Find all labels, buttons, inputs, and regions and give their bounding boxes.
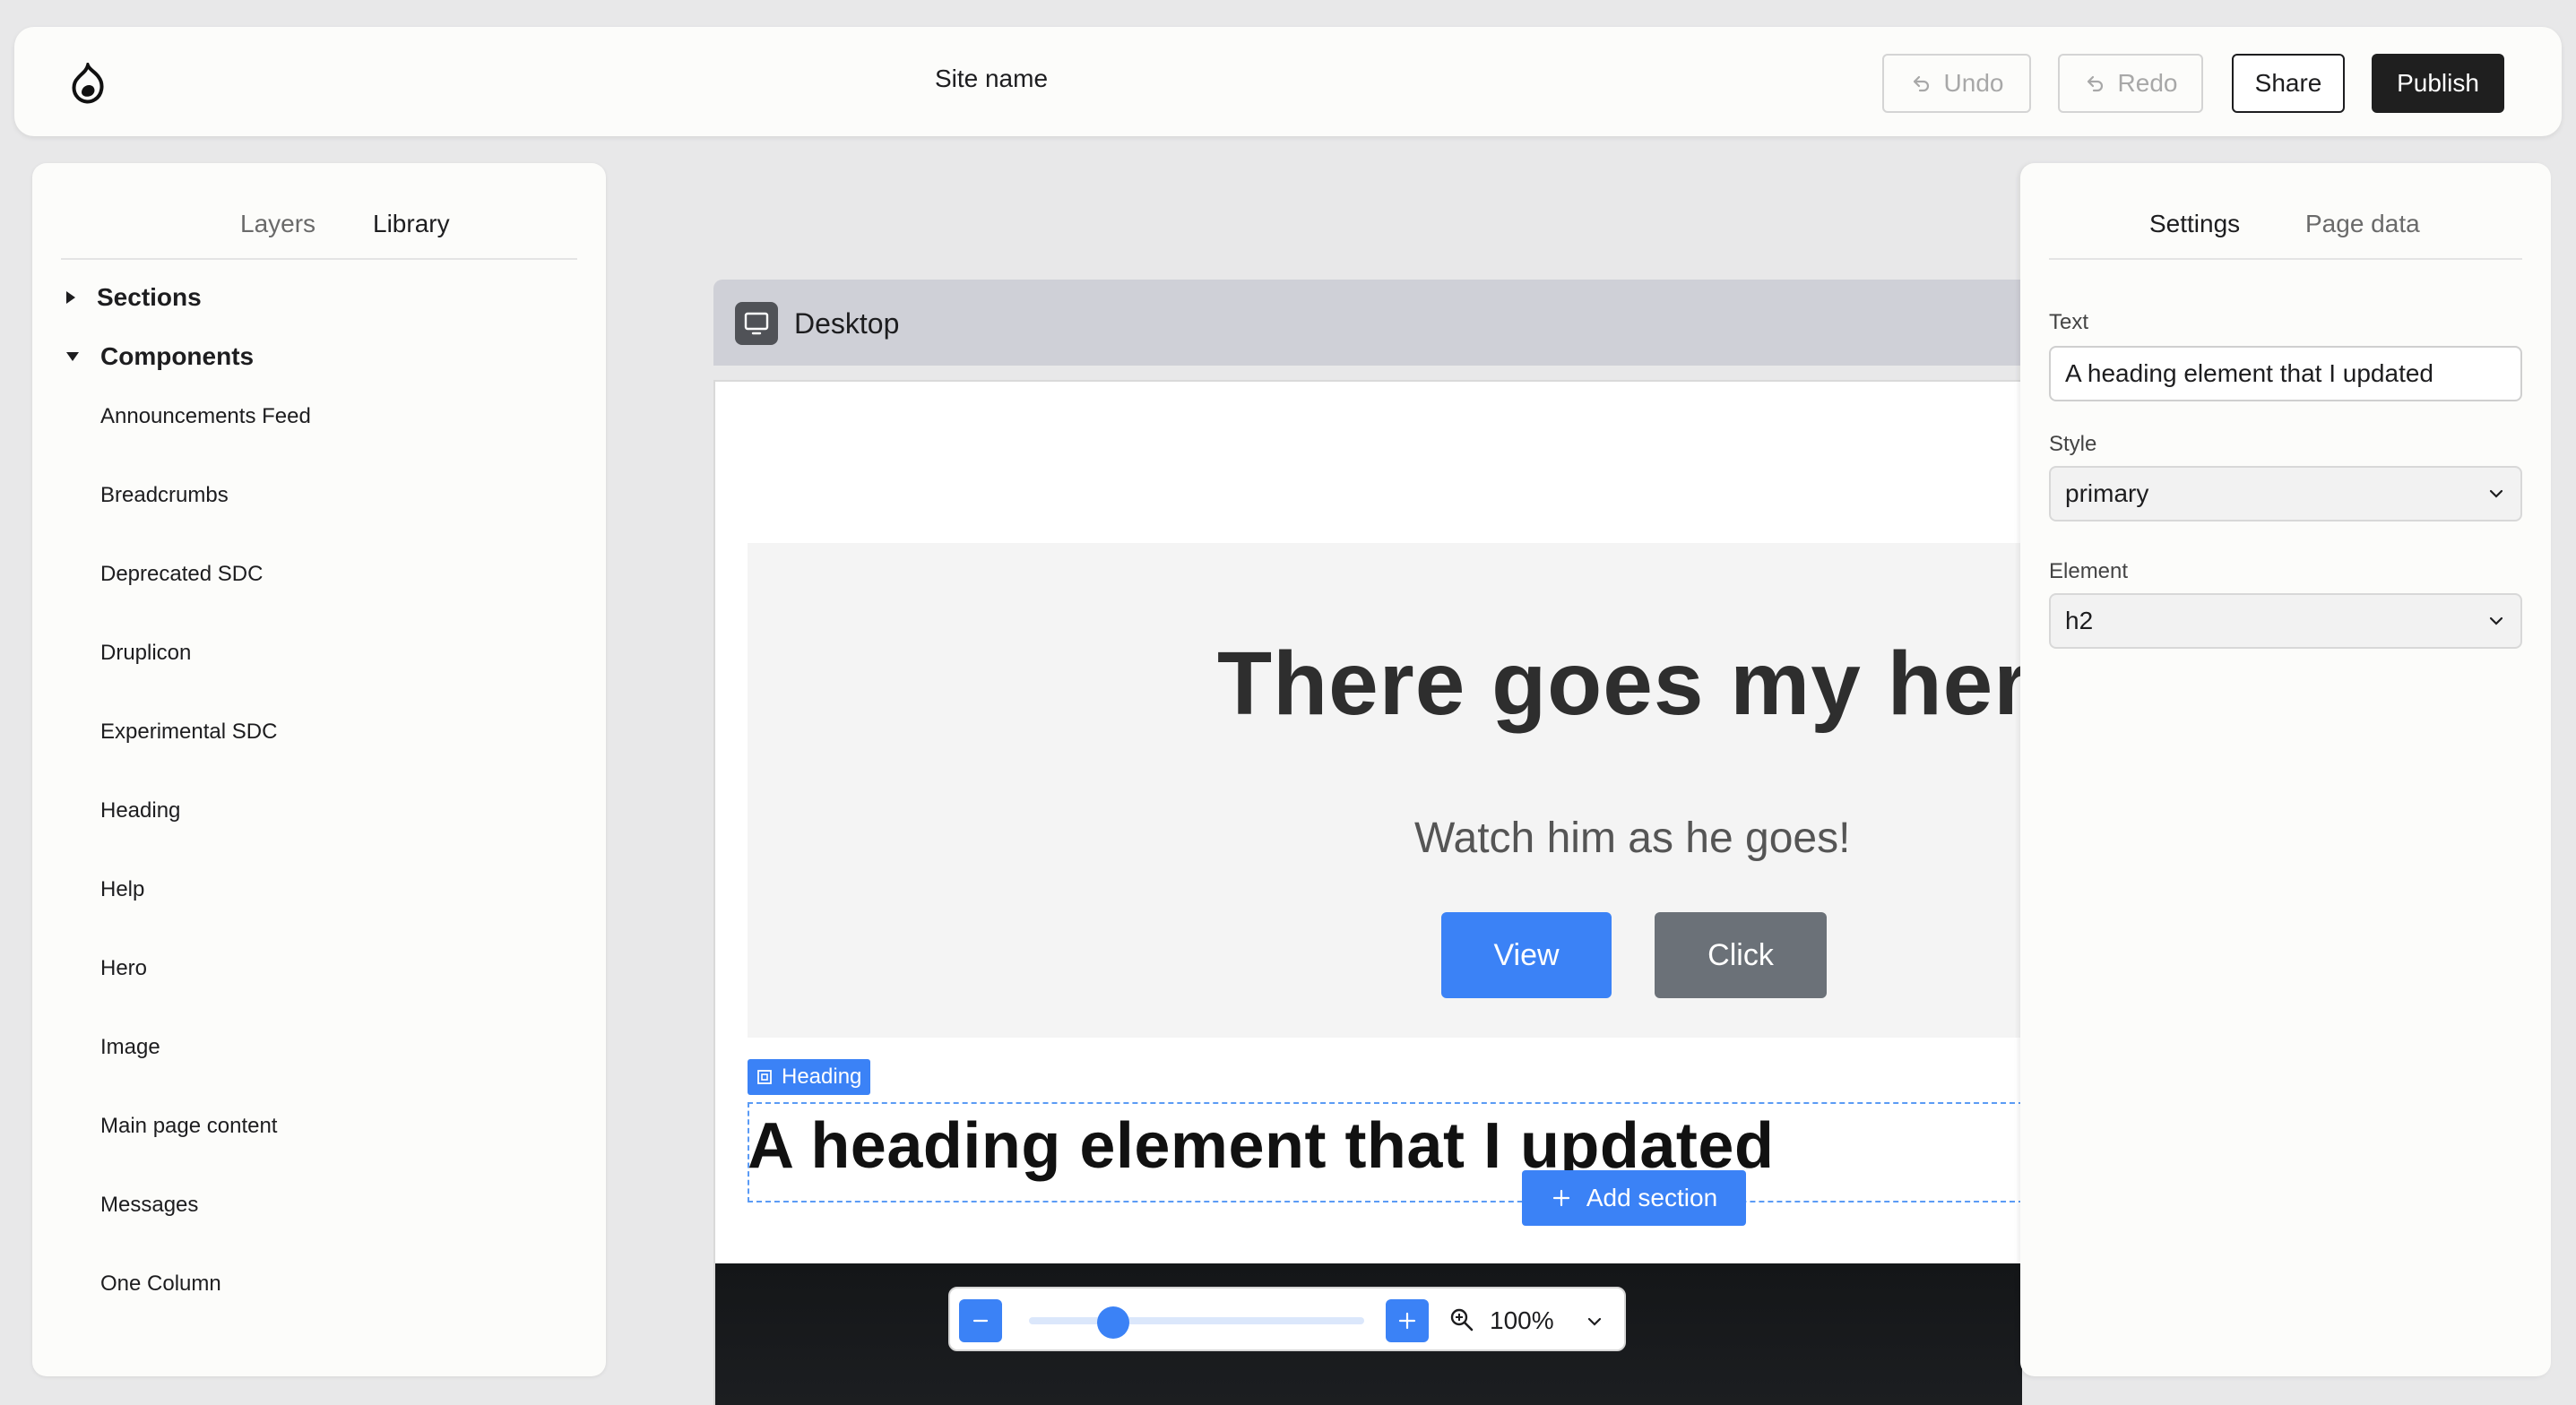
element-field-label: Element — [2049, 559, 2129, 583]
hero-title: There goes my hero — [1217, 634, 2022, 734]
add-section-label: Add section — [1586, 1184, 1718, 1211]
text-field-label: Text — [2049, 310, 2089, 334]
selected-component-label: Heading — [782, 1065, 862, 1089]
plus-icon — [1552, 1189, 1569, 1207]
component-item-announcements-feed[interactable]: Announcements Feed — [100, 405, 311, 484]
zoom-level: 100% — [1490, 1306, 1554, 1334]
zoom-slider-thumb[interactable] — [1096, 1306, 1129, 1339]
component-item-one-column[interactable]: One Column — [100, 1272, 311, 1351]
library-panel: Layers Library Sections Components Annou… — [32, 163, 606, 1376]
redo-icon — [2087, 75, 2103, 92]
zoom-control: 100% — [948, 1287, 1626, 1351]
undo-button[interactable]: Undo — [1882, 54, 2031, 113]
share-button[interactable]: Share — [2232, 54, 2345, 113]
component-list: Announcements Feed Breadcrumbs Deprecate… — [100, 405, 311, 1351]
tab-settings[interactable]: Settings — [2149, 210, 2240, 238]
chevron-down-icon[interactable] — [1585, 1312, 1604, 1332]
monitor-icon[interactable] — [735, 302, 778, 345]
settings-panel: Settings Page data Text A heading elemen… — [2020, 163, 2551, 1376]
zoom-out-button[interactable] — [959, 1299, 1002, 1342]
element-select-value: h2 — [2065, 607, 2094, 634]
component-item-deprecated-sdc[interactable]: Deprecated SDC — [100, 563, 311, 642]
drupal-logo-icon[interactable] — [68, 63, 108, 104]
zoom-slider-track[interactable] — [1029, 1317, 1364, 1324]
text-field-value: A heading element that I updated — [2065, 359, 2433, 387]
redo-button[interactable]: Redo — [2058, 54, 2203, 113]
zoom-in-button[interactable] — [1386, 1299, 1429, 1342]
hero-section[interactable]: There goes my hero Watch him as he goes!… — [748, 543, 2022, 1038]
monitor-icon-glyph — [744, 312, 769, 335]
site-name[interactable]: Site name — [896, 65, 1086, 93]
caret-down-icon — [66, 352, 79, 361]
minus-icon — [972, 1319, 989, 1323]
style-select[interactable]: primary — [2049, 466, 2522, 521]
zoom-in-icon — [1450, 1308, 1474, 1332]
tab-library[interactable]: Library — [373, 210, 450, 238]
hero-click-button[interactable]: Click — [1655, 912, 1827, 998]
left-panel-tabs: Layers Library — [61, 210, 577, 260]
component-item-breadcrumbs[interactable]: Breadcrumbs — [100, 484, 311, 563]
component-item-messages[interactable]: Messages — [100, 1194, 311, 1272]
tab-page-data[interactable]: Page data — [2305, 210, 2420, 238]
plus-icon — [1398, 1312, 1416, 1330]
component-item-image[interactable]: Image — [100, 1036, 311, 1115]
tab-layers[interactable]: Layers — [240, 210, 316, 238]
text-field[interactable]: A heading element that I updated — [2049, 346, 2522, 401]
selected-component-tag[interactable]: Heading — [748, 1059, 871, 1095]
add-section-button[interactable]: Add section — [1522, 1170, 1746, 1226]
component-item-help[interactable]: Help — [100, 878, 311, 957]
right-panel-tabs: Settings Page data — [2049, 210, 2522, 260]
element-select[interactable]: h2 — [2049, 593, 2522, 649]
component-item-main-page-content[interactable]: Main page content — [100, 1115, 311, 1194]
sections-label: Sections — [97, 283, 202, 311]
hero-subtitle: Watch him as he goes! — [1414, 815, 1851, 862]
sections-toggle[interactable]: Sections — [66, 283, 202, 312]
redo-label: Redo — [2117, 69, 2178, 97]
style-select-value: primary — [2065, 479, 2149, 507]
caret-right-icon — [66, 291, 75, 304]
component-item-heading[interactable]: Heading — [100, 799, 311, 878]
hero-view-button[interactable]: View — [1441, 912, 1612, 998]
component-item-hero[interactable]: Hero — [100, 957, 311, 1036]
component-item-experimental-sdc[interactable]: Experimental SDC — [100, 720, 311, 799]
undo-icon — [1913, 75, 1929, 92]
components-toggle[interactable]: Components — [66, 342, 254, 371]
components-label: Components — [100, 342, 255, 370]
component-icon — [757, 1070, 772, 1084]
viewport-label[interactable]: Desktop — [794, 307, 899, 340]
page-preview: There goes my hero Watch him as he goes!… — [713, 380, 2022, 1405]
chevron-down-icon — [2489, 616, 2503, 625]
style-field-label: Style — [2049, 432, 2097, 456]
viewport-bar — [713, 280, 2022, 366]
chevron-down-icon — [2489, 489, 2503, 498]
undo-label: Undo — [1943, 69, 2004, 97]
component-item-druplicon[interactable]: Druplicon — [100, 642, 311, 720]
publish-button[interactable]: Publish — [2372, 54, 2504, 113]
